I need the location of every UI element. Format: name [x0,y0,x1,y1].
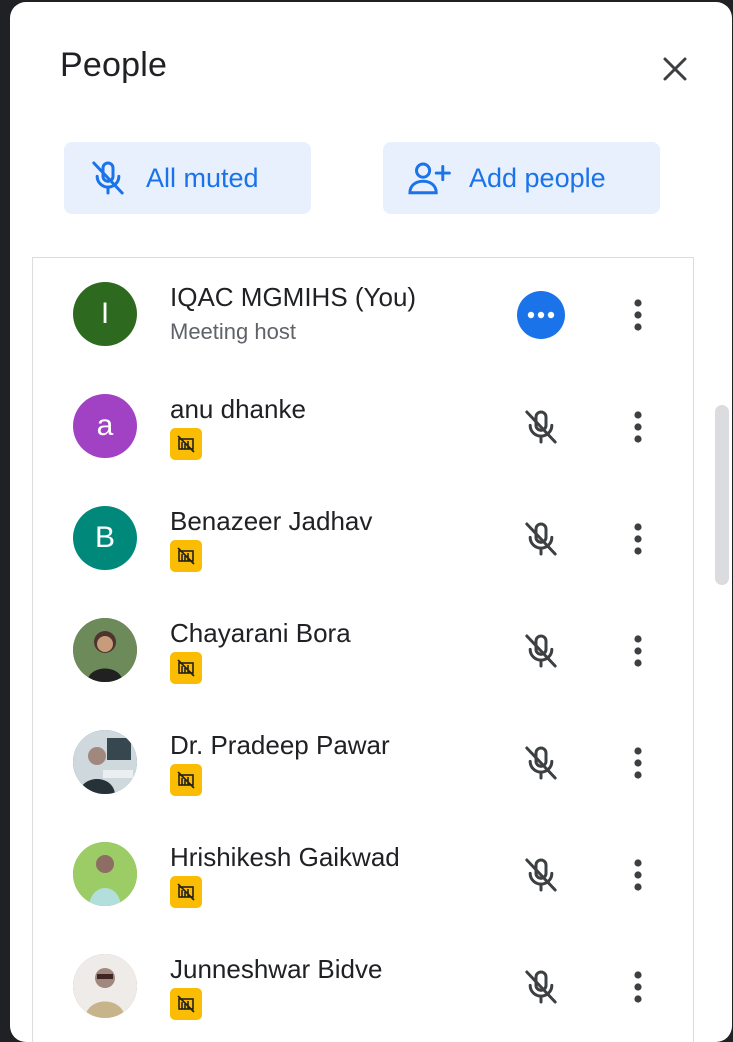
participant-list: I IQAC MGMIHS (You) Meeting host a anu d… [32,257,694,1042]
more-actions-button[interactable] [516,290,566,340]
mic-off-icon [525,522,557,556]
add-people-label: Add people [469,162,606,193]
presentation-off-badge [170,540,202,572]
participant-options-button[interactable] [618,402,658,452]
mic-off-icon [525,746,557,780]
participant-row[interactable]: a anu dhanke [33,370,693,482]
participant-row[interactable]: Dr. Pradeep Pawar [33,706,693,818]
more-vert-icon [634,635,642,667]
avatar: B [73,506,137,570]
participant-options-button[interactable] [618,962,658,1012]
presentation-off-icon [177,771,195,789]
mic-off-icon [92,161,124,195]
more-vert-icon [634,971,642,1003]
participant-options-button[interactable] [618,738,658,788]
participant-name: Chayarani Bora [170,618,351,648]
presentation-off-icon [177,995,195,1013]
participant-options-button[interactable] [618,850,658,900]
all-muted-label: All muted [146,162,259,193]
presentation-off-badge [170,652,202,684]
avatar-letter: I [100,297,110,330]
participant-options-button[interactable] [618,290,658,340]
mic-off-icon [525,970,557,1004]
participant-row[interactable]: Hrishikesh Gaikwad [33,818,693,930]
mic-off-icon [525,858,557,892]
presentation-off-badge [170,764,202,796]
all-muted-button[interactable]: All muted [64,142,311,214]
mic-muted-indicator [516,850,566,900]
presentation-off-icon [177,659,195,677]
scrollbar-thumb[interactable] [715,405,729,585]
participant-row[interactable]: B Benazeer Jadhav [33,482,693,594]
close-icon [663,57,687,81]
close-button[interactable] [650,44,700,94]
avatar: I [73,282,137,346]
avatar-letter: B [94,521,115,554]
more-vert-icon [634,299,642,331]
mic-muted-indicator [516,514,566,564]
more-vert-icon [634,411,642,443]
mic-muted-indicator [516,738,566,788]
mic-muted-indicator [516,962,566,1012]
participant-role: Meeting host [170,319,296,344]
avatar: a [73,394,137,458]
add-people-button[interactable]: Add people [383,142,660,214]
mic-off-icon [525,410,557,444]
avatar-photo [73,842,137,906]
presentation-off-icon [177,547,195,565]
participant-row[interactable]: I IQAC MGMIHS (You) Meeting host [33,258,693,370]
presentation-off-badge [170,428,202,460]
person-photo-icon [73,842,137,906]
avatar-photo [73,730,137,794]
more-vert-icon [634,747,642,779]
participant-name: Benazeer Jadhav [170,506,373,536]
mic-off-icon [525,634,557,668]
participant-options-button[interactable] [618,514,658,564]
avatar-photo [73,954,137,1018]
mic-muted-indicator [516,402,566,452]
avatar-letter: a [96,409,114,442]
participant-name: IQAC MGMIHS (You) [170,282,417,312]
presentation-off-badge [170,876,202,908]
person-add-icon [408,162,451,195]
panel-title: People [60,46,168,84]
person-photo-icon [73,730,137,794]
participant-row[interactable]: Junneshwar Bidve [33,930,693,1042]
participant-row[interactable]: Chayarani Bora [33,594,693,706]
avatar-photo [73,618,137,682]
people-panel: People All muted Add people I IQAC MGMIH… [10,2,732,1042]
participant-name: Hrishikesh Gaikwad [170,842,400,872]
presentation-off-icon [177,435,195,453]
participant-name: Dr. Pradeep Pawar [170,730,390,760]
participant-options-button[interactable] [618,626,658,676]
person-photo-icon [73,954,137,1018]
participant-name: anu dhanke [170,394,306,424]
presentation-off-badge [170,988,202,1020]
person-photo-icon [73,618,137,682]
more-vert-icon [634,859,642,891]
mic-muted-indicator [516,626,566,676]
more-vert-icon [634,523,642,555]
participant-name: Junneshwar Bidve [170,954,383,984]
more-horiz-icon [517,291,565,339]
presentation-off-icon [177,883,195,901]
